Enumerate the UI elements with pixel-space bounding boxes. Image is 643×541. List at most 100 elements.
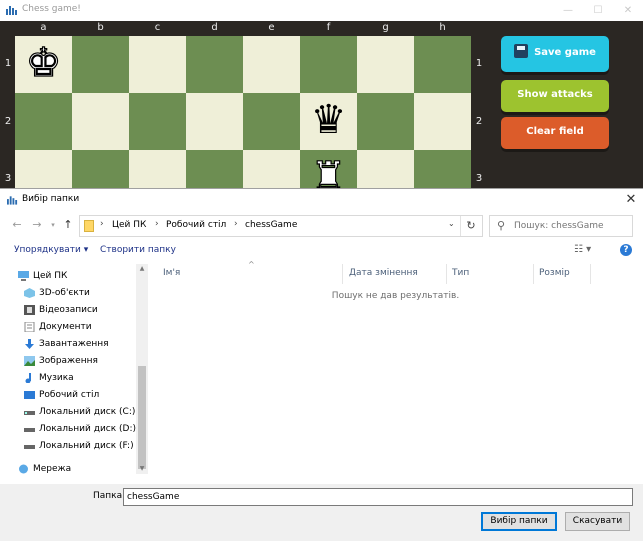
nav-item-videos[interactable]: Відеозаписи xyxy=(0,302,135,318)
nav-item-drive-f[interactable]: Локальний диск (F:) xyxy=(0,438,135,454)
black-queen-piece[interactable]: ♛ xyxy=(300,93,357,150)
square-f3[interactable]: ♜ xyxy=(300,150,357,190)
square-b1[interactable] xyxy=(72,36,129,93)
white-rook-piece[interactable]: ♜ xyxy=(300,150,357,190)
nav-item-pictures[interactable]: Зображення xyxy=(0,353,135,369)
navigation-scrollbar[interactable]: ▲ ▼ xyxy=(136,264,148,474)
desktop-icon xyxy=(24,391,35,399)
file-label-b: b xyxy=(97,22,104,33)
forward-arrow-icon[interactable]: → xyxy=(29,217,45,233)
nav-item-label: Робочий стіл xyxy=(39,390,100,400)
computer-icon xyxy=(18,271,29,281)
square-g3[interactable] xyxy=(357,150,414,190)
nav-item-drive-c[interactable]: Локальний диск (C:) xyxy=(0,404,135,420)
white-king-piece[interactable]: ♚ xyxy=(15,36,72,93)
view-options-icon[interactable]: ☷ ▾ xyxy=(574,244,591,255)
drive-icon xyxy=(24,445,35,449)
scroll-down-icon[interactable]: ▼ xyxy=(136,465,148,472)
close-icon[interactable]: ✕ xyxy=(620,190,642,210)
square-d2[interactable] xyxy=(186,93,243,150)
column-size-header[interactable]: Розмір xyxy=(539,268,570,278)
column-divider[interactable] xyxy=(446,264,447,284)
scroll-up-icon[interactable]: ▲ xyxy=(136,265,148,272)
show-attacks-button[interactable]: Show attacks xyxy=(501,80,609,112)
file-label-g: g xyxy=(382,22,389,33)
square-h1[interactable] xyxy=(414,36,471,93)
save-game-button[interactable]: Save game xyxy=(501,36,609,72)
breadcrumb-chessgame[interactable]: chessGame xyxy=(245,220,297,230)
square-h2[interactable] xyxy=(414,93,471,150)
clear-field-button[interactable]: Clear field xyxy=(501,117,609,149)
nav-item-label: Локальний диск (C:) xyxy=(39,407,136,417)
rank-label-2-right: 2 xyxy=(475,116,483,127)
address-dropdown-icon[interactable]: ⌄ xyxy=(448,219,455,228)
nav-item-downloads[interactable]: Завантаження xyxy=(0,336,135,352)
column-type-header[interactable]: Тип xyxy=(452,268,469,278)
minimize-icon[interactable]: — xyxy=(553,0,583,21)
close-icon[interactable]: ✕ xyxy=(613,0,643,21)
app-icon xyxy=(7,196,18,205)
square-c1[interactable] xyxy=(129,36,186,93)
square-g1[interactable] xyxy=(357,36,414,93)
column-name-header[interactable]: Ім'я xyxy=(163,268,180,278)
square-e2[interactable] xyxy=(243,93,300,150)
breadcrumb-separator-icon[interactable]: › xyxy=(155,219,159,229)
column-divider[interactable] xyxy=(590,264,591,284)
organize-menu[interactable]: Упорядкувати ▾ xyxy=(14,245,88,255)
square-c3[interactable] xyxy=(129,150,186,190)
folder-name-input[interactable] xyxy=(123,488,633,506)
select-folder-button[interactable]: Вибір папки xyxy=(481,512,557,531)
column-date-header[interactable]: Дата змінення xyxy=(349,268,418,278)
column-divider[interactable] xyxy=(533,264,534,284)
square-f2[interactable]: ♛ xyxy=(300,93,357,150)
maximize-icon[interactable]: ☐ xyxy=(583,0,613,21)
network-icon xyxy=(19,464,28,474)
nav-item-desktop[interactable]: Робочий стіл xyxy=(0,387,135,403)
refresh-icon[interactable]: ↻ xyxy=(460,216,481,236)
breadcrumb-separator-icon[interactable]: › xyxy=(234,219,238,229)
nav-item-label: Мережа xyxy=(33,464,72,474)
square-a1[interactable]: ♚ xyxy=(15,36,72,93)
nav-item-this-pc[interactable]: Цей ПК xyxy=(0,268,135,284)
square-f1[interactable] xyxy=(300,36,357,93)
search-input[interactable] xyxy=(514,219,626,232)
nav-item-drive-d[interactable]: Локальний диск (D:) xyxy=(0,421,136,437)
nav-item-documents[interactable]: Документи xyxy=(0,319,135,335)
rank-label-1-left: 1 xyxy=(4,58,12,69)
search-box[interactable]: ⚲ xyxy=(489,215,633,237)
nav-item-network[interactable]: Мережа xyxy=(0,461,135,477)
square-a3[interactable] xyxy=(15,150,72,190)
app-icon xyxy=(6,6,17,15)
square-e3[interactable] xyxy=(243,150,300,190)
document-icon xyxy=(24,322,35,332)
square-g2[interactable] xyxy=(357,93,414,150)
square-a2[interactable] xyxy=(15,93,72,150)
square-b2[interactable] xyxy=(72,93,129,150)
breadcrumb-desktop[interactable]: Робочий стіл xyxy=(166,220,226,230)
cancel-button[interactable]: Скасувати xyxy=(565,512,630,531)
new-folder-button[interactable]: Створити папку xyxy=(100,245,176,255)
column-divider[interactable] xyxy=(342,264,343,284)
square-d3[interactable] xyxy=(186,150,243,190)
nav-item-music[interactable]: Музика xyxy=(0,370,135,386)
square-b3[interactable] xyxy=(72,150,129,190)
nav-item-3d-objects[interactable]: 3D-об'єкти xyxy=(0,285,135,301)
cube-3d-icon xyxy=(24,288,35,298)
address-bar[interactable]: › Цей ПК › Робочий стіл › chessGame ⌄ ↻ xyxy=(79,215,483,237)
recent-dropdown-icon[interactable]: ▾ xyxy=(45,217,61,233)
back-arrow-icon[interactable]: ← xyxy=(9,217,25,233)
help-icon[interactable]: ? xyxy=(620,244,632,256)
file-label-h: h xyxy=(439,22,446,33)
file-label-e: e xyxy=(268,22,275,33)
chess-titlebar: Chess game! — ☐ ✕ xyxy=(0,0,643,21)
square-e1[interactable] xyxy=(243,36,300,93)
up-arrow-icon[interactable]: ↑ xyxy=(60,217,76,233)
square-c2[interactable] xyxy=(129,93,186,150)
drive-icon xyxy=(24,411,35,415)
breadcrumb-separator-icon: › xyxy=(100,219,104,229)
scrollbar-thumb[interactable] xyxy=(138,366,146,469)
square-d1[interactable] xyxy=(186,36,243,93)
square-h3[interactable] xyxy=(414,150,471,190)
nav-item-label: Відеозаписи xyxy=(39,305,98,315)
breadcrumb-this-pc[interactable]: Цей ПК xyxy=(112,220,146,230)
